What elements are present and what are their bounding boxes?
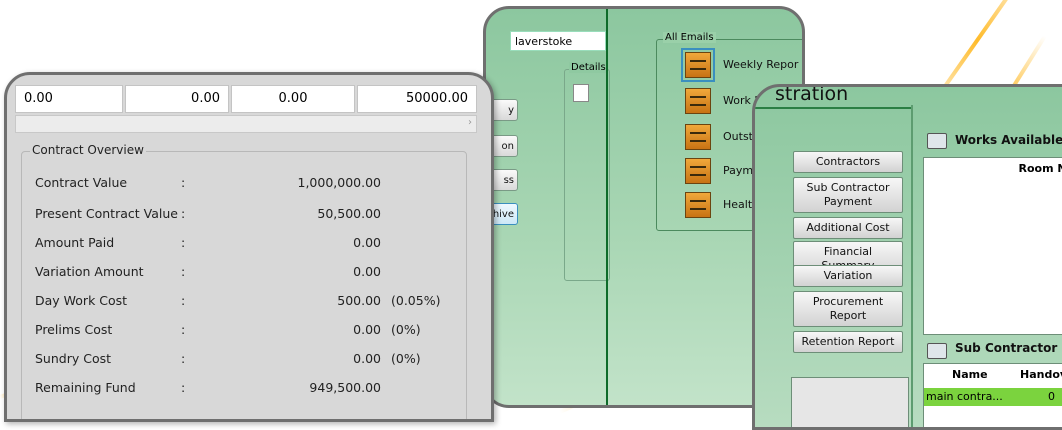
overview-row: Remaining Fund : 949,500.00 bbox=[35, 378, 465, 398]
filing-cabinet-icon[interactable] bbox=[685, 192, 711, 218]
filing-cabinet-icon[interactable] bbox=[685, 158, 711, 184]
additional-cost-button[interactable]: Additional Cost bbox=[793, 217, 903, 239]
row-label: Variation Amount bbox=[35, 264, 144, 279]
retention-report-button[interactable]: Retention Report bbox=[793, 331, 903, 353]
overview-row: Day Work Cost : 500.00 (0.05%) bbox=[35, 291, 465, 311]
title-underline bbox=[755, 107, 911, 109]
scroll-right-icon[interactable]: › bbox=[468, 117, 472, 128]
procurement-report-button[interactable]: Procurement Report bbox=[793, 291, 903, 327]
overview-row: Variation Amount : 0.00 bbox=[35, 262, 465, 282]
row-label: Day Work Cost bbox=[35, 293, 128, 308]
total-cell: 0.00 bbox=[231, 85, 355, 113]
works-list[interactable]: Room Na bbox=[923, 157, 1062, 335]
row-colon: : bbox=[181, 264, 186, 279]
row-percent: (0.05%) bbox=[391, 293, 441, 308]
sub-contractor-payment-button[interactable]: Sub Contractor Payment bbox=[793, 177, 903, 213]
details-label: Details bbox=[569, 62, 608, 73]
row-value: 0.00 bbox=[353, 351, 381, 366]
totals-row: 0.00 0.00 0.00 50000.00 bbox=[15, 85, 477, 113]
group-title: Contract Overview bbox=[30, 143, 146, 157]
column-header[interactable]: Name bbox=[952, 368, 988, 381]
divider bbox=[911, 105, 913, 427]
row-colon: : bbox=[181, 322, 186, 337]
divider bbox=[606, 9, 608, 405]
administration-panel: stration Contractors Sub Contractor Paym… bbox=[752, 84, 1062, 430]
table-row[interactable]: main contra... 0 bbox=[924, 388, 1062, 406]
row-label: Present Contract Value bbox=[35, 206, 178, 221]
document-icon[interactable] bbox=[573, 84, 589, 102]
works-available-header: Works Available bbox=[955, 133, 1062, 147]
email-item-label[interactable]: Healt bbox=[723, 198, 752, 211]
empty-panel-box bbox=[791, 377, 909, 427]
overview-row: Prelims Cost : 0.00 (0%) bbox=[35, 320, 465, 340]
row-label: Sundry Cost bbox=[35, 351, 112, 366]
row-colon: : bbox=[181, 380, 186, 395]
sub-contractor-header: Sub Contractor R bbox=[955, 341, 1062, 355]
overview-row: Amount Paid : 0.00 bbox=[35, 233, 465, 253]
column-header[interactable]: Room Na bbox=[1018, 162, 1062, 175]
filing-cabinet-icon[interactable] bbox=[685, 88, 711, 114]
row-percent: (0%) bbox=[391, 322, 421, 337]
row-colon: : bbox=[181, 206, 186, 221]
row-colon: : bbox=[181, 175, 186, 190]
filing-cabinet-icon[interactable] bbox=[681, 48, 715, 82]
total-cell: 0.00 bbox=[125, 85, 229, 113]
row-colon: : bbox=[181, 293, 186, 308]
table-cell: main contra... bbox=[926, 390, 1003, 403]
printer-icon[interactable] bbox=[927, 133, 947, 149]
filing-cabinet-icon[interactable] bbox=[685, 124, 711, 150]
site-search-input[interactable]: laverstoke bbox=[510, 31, 606, 51]
email-item-label[interactable]: Weekly Repor bbox=[723, 58, 798, 71]
printer-icon[interactable] bbox=[927, 343, 947, 359]
overview-row: Present Contract Value : 50,500.00 bbox=[35, 204, 465, 224]
row-percent: (0%) bbox=[391, 351, 421, 366]
horizontal-scrollbar[interactable]: › bbox=[15, 115, 477, 133]
column-header[interactable]: Handov bbox=[1020, 368, 1062, 381]
details-group: Details bbox=[564, 62, 610, 281]
panel-title: stration bbox=[775, 84, 849, 105]
contractors-button[interactable]: Contractors bbox=[793, 151, 903, 173]
all-emails-label: All Emails bbox=[663, 32, 716, 43]
row-value: 0.00 bbox=[353, 264, 381, 279]
row-value: 500.00 bbox=[337, 293, 381, 308]
row-value: 50,500.00 bbox=[317, 206, 381, 221]
total-cell: 50000.00 bbox=[357, 85, 477, 113]
row-value: 1,000,000.00 bbox=[297, 175, 382, 190]
overview-row: Contract Value : 1,000,000.00 bbox=[35, 173, 465, 193]
row-colon: : bbox=[181, 235, 186, 250]
variation-button[interactable]: Variation bbox=[793, 265, 903, 287]
table-cell: 0 bbox=[1048, 390, 1055, 403]
total-cell: 0.00 bbox=[15, 85, 123, 113]
overview-row: Sundry Cost : 0.00 (0%) bbox=[35, 349, 465, 369]
row-label: Amount Paid bbox=[35, 235, 115, 250]
row-value: 949,500.00 bbox=[309, 380, 381, 395]
row-label: Prelims Cost bbox=[35, 322, 113, 337]
contract-overview-panel: 0.00 0.00 0.00 50000.00 › Contract Overv… bbox=[4, 72, 494, 422]
row-value: 0.00 bbox=[353, 235, 381, 250]
row-value: 0.00 bbox=[353, 322, 381, 337]
row-label: Remaining Fund bbox=[35, 380, 136, 395]
row-colon: : bbox=[181, 351, 186, 366]
email-item-label[interactable]: Paym bbox=[723, 164, 753, 177]
sub-contractor-grid[interactable]: Name Handov main contra... 0 bbox=[923, 363, 1062, 427]
row-label: Contract Value bbox=[35, 175, 128, 190]
